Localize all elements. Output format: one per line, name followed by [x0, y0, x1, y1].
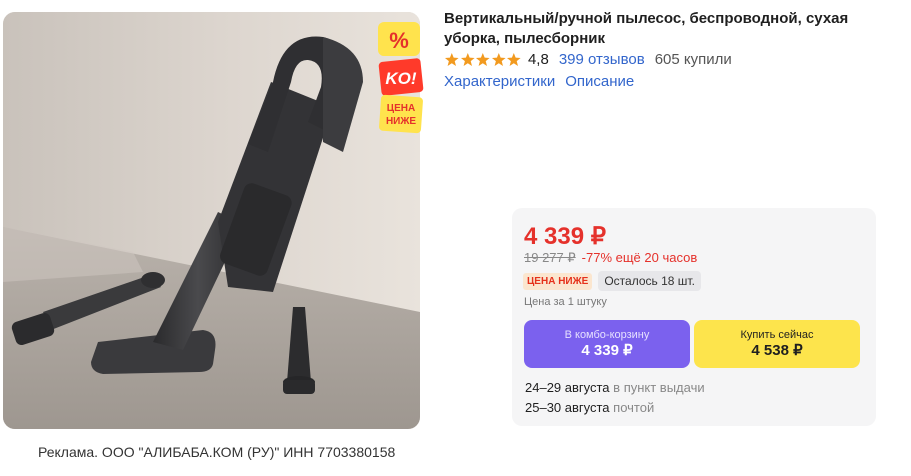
product-title: Вертикальный/ручной пылесос, беспроводно… — [444, 10, 849, 47]
rating-value: 4,8 — [527, 50, 549, 68]
star-icon — [444, 52, 459, 66]
delivery-method: в пункт выдачи — [613, 380, 705, 395]
badges-row: ЦЕНА НИЖЕ Осталось 18 шт. — [523, 271, 701, 291]
badge-percent: % — [389, 28, 409, 53]
buyers-count: 605 купили — [654, 50, 732, 68]
unit-price-note: Цена за 1 штуку — [524, 296, 607, 308]
badge-ko: KO! — [385, 69, 417, 88]
add-to-combo-cart-button[interactable]: В комбо-корзину 4 339 ₽ — [524, 320, 690, 368]
delivery-option: 25–30 августа почтой — [525, 400, 654, 415]
ad-disclaimer: Реклама. ООО "АЛИБАБА.КОМ (РУ)" ИНН 7703… — [38, 444, 396, 460]
old-price: 19 277 ₽ — [524, 250, 576, 265]
delivery-method: почтой — [613, 400, 655, 415]
buy-box: 4 339 ₽ 19 277 ₽ -77% ещё 20 часов ЦЕНА … — [512, 208, 876, 426]
reviews-link[interactable]: 399 отзывов — [559, 51, 645, 68]
star-icon — [476, 52, 490, 66]
star-icon — [460, 52, 475, 66]
product-tabs: Характеристики Описание — [444, 73, 634, 90]
badge-line2: НИЖЕ — [386, 116, 416, 127]
combo-button-label: В комбо-корзину — [564, 329, 650, 341]
old-price-row: 19 277 ₽ -77% ещё 20 часов — [524, 250, 697, 266]
buy-button-label: Купить сейчас — [740, 329, 814, 341]
vacuum-cleaner-photo — [3, 12, 420, 429]
product-image[interactable] — [3, 12, 420, 429]
buy-button-price: 4 538 ₽ — [751, 342, 803, 359]
delivery-dates: 24–29 августа — [525, 380, 610, 395]
stock-chip: Осталось 18 шт. — [598, 271, 701, 291]
tab-description[interactable]: Описание — [565, 73, 634, 90]
rating-row: 4,8 399 отзывов 605 купили — [444, 49, 732, 69]
delivery-dates: 25–30 августа — [525, 400, 610, 415]
tab-characteristics[interactable]: Характеристики — [444, 73, 555, 90]
star-icon — [507, 52, 521, 66]
combo-button-price: 4 339 ₽ — [581, 342, 633, 359]
delivery-option: 24–29 августа в пункт выдачи — [525, 380, 705, 395]
current-price: 4 339 ₽ — [524, 223, 606, 250]
discount-timer: -77% ещё 20 часов — [581, 250, 698, 265]
rating-stars — [444, 52, 522, 67]
price-lower-chip: ЦЕНА НИЖЕ — [523, 272, 593, 290]
badge-line1: ЦЕНА — [387, 103, 415, 114]
buy-now-button[interactable]: Купить сейчас 4 538 ₽ — [694, 320, 860, 368]
price-lower-badge: % KO! ЦЕНА НИЖЕ — [378, 22, 426, 134]
star-icon — [491, 52, 506, 66]
